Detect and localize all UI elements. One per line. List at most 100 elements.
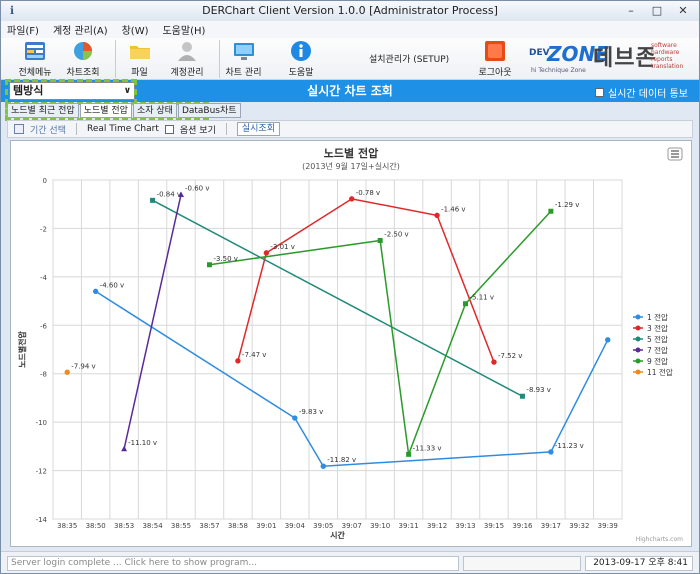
realtime-notify-label: 실시간 데이터 통보 xyxy=(608,89,688,100)
y-tick-label: -4 xyxy=(40,274,48,282)
show-options-checkbox[interactable] xyxy=(164,124,174,134)
chart-panel: 노드별 전압 (2013년 9월 17일+실시간) 0 -2 -4 -6 -8 -10 -12 -… xyxy=(10,140,692,547)
user-icon xyxy=(178,42,196,61)
x-tick-label: 39:15 xyxy=(484,522,504,530)
tab-recent-voltage[interactable]: 노드별 최근 전압 xyxy=(7,103,79,118)
logout-label: 로그아웃 xyxy=(478,68,512,78)
maximize-button[interactable]: □ xyxy=(645,3,669,19)
x-tick-label: 39:07 xyxy=(342,522,362,530)
chart-view-button[interactable]: 차트조회 xyxy=(59,40,107,78)
y-tick-label: -10 xyxy=(36,419,47,427)
data-label: -3.50 v xyxy=(213,255,237,263)
menu-file[interactable]: 파일(F) xyxy=(7,22,39,37)
y-tick-label: 0 xyxy=(43,177,47,185)
chart-manage-label: 차트 관리 xyxy=(225,68,262,78)
data-label: -11.82 v xyxy=(327,456,356,464)
x-tick-label: 38:58 xyxy=(228,522,248,530)
data-label: -1.46 v xyxy=(441,205,465,213)
x-axis-label: 시간 xyxy=(330,530,345,540)
tab-element-status[interactable]: 소자 상태 xyxy=(132,103,177,118)
status-datetime: 2013-09-17 오후 8:41 xyxy=(585,556,693,571)
menu-account[interactable]: 계정 관리(A) xyxy=(53,22,108,37)
legend-swatch-marker xyxy=(635,358,641,364)
x-tick-label: 39:10 xyxy=(370,522,390,530)
tab-node-voltage[interactable]: 노드별 전압 xyxy=(79,103,132,118)
title-bar: ℹ DERChart Client Version 1.0.0 [Adminis… xyxy=(1,1,699,21)
legend-swatch-marker xyxy=(635,325,641,331)
menu-bar: 파일(F) 계정 관리(A) 창(W) 도움말(H) xyxy=(1,21,699,38)
legend-swatch-marker xyxy=(635,369,641,375)
menu-help[interactable]: 도움말(H) xyxy=(162,22,205,37)
status-message[interactable]: Server login complete ... Click here to … xyxy=(7,556,459,571)
logout-button[interactable]: 로그아웃 xyxy=(471,40,519,78)
realtime-notify-checkbox[interactable]: 실시간 데이터 통보 xyxy=(595,85,688,100)
logo-tagline: software hardware reports translation xyxy=(651,42,684,70)
data-label: -7.47 v xyxy=(242,351,266,359)
data-label: -1.29 v xyxy=(555,201,579,209)
data-label: -3.01 v xyxy=(270,243,294,251)
y-tick-label: -6 xyxy=(40,322,48,330)
x-tick-label: 38:50 xyxy=(86,522,106,530)
data-label: -5.11 v xyxy=(470,294,494,302)
toolbar: 전체메뉴 차트조회 파일 계정관리 차트 관리 도움말 설치관리가 (SETUP… xyxy=(1,38,699,80)
data-label: -11.33 v xyxy=(413,444,442,452)
menu-window[interactable]: 창(W) xyxy=(122,22,149,37)
legend-item: 5 전압 xyxy=(647,334,668,344)
chart-manage-button[interactable]: 차트 관리 xyxy=(219,40,267,78)
file-button[interactable]: 파일 xyxy=(115,40,163,78)
grid-menu-icon xyxy=(25,42,45,60)
account-manage-button[interactable]: 계정관리 xyxy=(163,40,211,78)
file-label: 파일 xyxy=(131,68,148,78)
data-point xyxy=(548,208,554,214)
realtime-search-button[interactable]: 실시조회 xyxy=(236,122,280,136)
chart-view-label: 차트조회 xyxy=(66,68,100,78)
status-progress xyxy=(463,556,581,571)
setup-manager-link[interactable]: 설치관리가 (SETUP) xyxy=(369,52,449,65)
x-tick-label: 39:13 xyxy=(455,522,475,530)
logo-korean-text: 데브존 xyxy=(593,46,657,71)
x-tick-label: 39:11 xyxy=(399,522,419,530)
x-tick-label: 39:16 xyxy=(512,522,533,530)
all-menu-label: 전체메뉴 xyxy=(18,68,52,78)
data-point xyxy=(491,359,497,365)
voltage-line-chart: 노드별 전압(2013년 9월 17일+실시간) 0 -2 -4 -6 -8 -10 -12 -… xyxy=(17,146,683,543)
window-title: DERChart Client Version 1.0.0 [Administr… xyxy=(202,4,498,17)
data-label: -2.50 v xyxy=(384,231,408,239)
chart-tabs: 노드별 최근 전압 노드별 전압 소자 상태 DataBus차트 xyxy=(7,103,241,119)
logout-icon xyxy=(485,41,505,61)
data-label: -11.23 v xyxy=(555,442,584,450)
help-button[interactable]: 도움말 xyxy=(277,40,325,78)
x-tick-label: 39:01 xyxy=(256,522,276,530)
help-label: 도움말 xyxy=(288,68,314,78)
tab-databus-chart[interactable]: DataBus차트 xyxy=(177,103,241,118)
close-button[interactable]: ✕ xyxy=(671,3,695,19)
app-icon: ℹ xyxy=(9,4,15,17)
data-point xyxy=(519,393,525,399)
y-tick-label: -8 xyxy=(40,371,47,379)
data-point xyxy=(235,358,241,364)
y-tick-label: -2 xyxy=(40,225,47,233)
y-tick-label: -12 xyxy=(36,468,47,476)
devzone-logo: DEV ZONE 데브존 software hardware reports t… xyxy=(523,40,695,76)
x-tick-label: 38:54 xyxy=(142,522,163,530)
folder-icon xyxy=(129,46,150,59)
data-label: -8.93 v xyxy=(526,386,550,394)
data-point xyxy=(92,288,99,295)
minimize-button[interactable]: – xyxy=(619,3,643,19)
data-point xyxy=(263,250,270,256)
x-tick-label: 38:55 xyxy=(171,522,191,530)
divider xyxy=(225,123,227,135)
data-label: -7.94 v xyxy=(71,362,95,370)
all-menu-button[interactable]: 전체메뉴 xyxy=(11,40,59,78)
data-point xyxy=(349,196,355,202)
data-label: -0.78 v xyxy=(356,189,380,197)
period-select-link[interactable]: 기간 선택 xyxy=(30,123,66,136)
x-tick-label: 39:12 xyxy=(427,522,447,530)
data-point xyxy=(292,415,298,421)
logo-sub-text: hi Technique Zone xyxy=(531,67,586,74)
filter-bar: 기간 선택 Real Time Chart 옵션 보기 실시조회 xyxy=(7,120,693,138)
data-point xyxy=(377,238,383,244)
pie-chart-icon xyxy=(74,42,92,60)
x-tick-label: 38:57 xyxy=(199,522,219,530)
legend-swatch-marker xyxy=(635,336,641,342)
